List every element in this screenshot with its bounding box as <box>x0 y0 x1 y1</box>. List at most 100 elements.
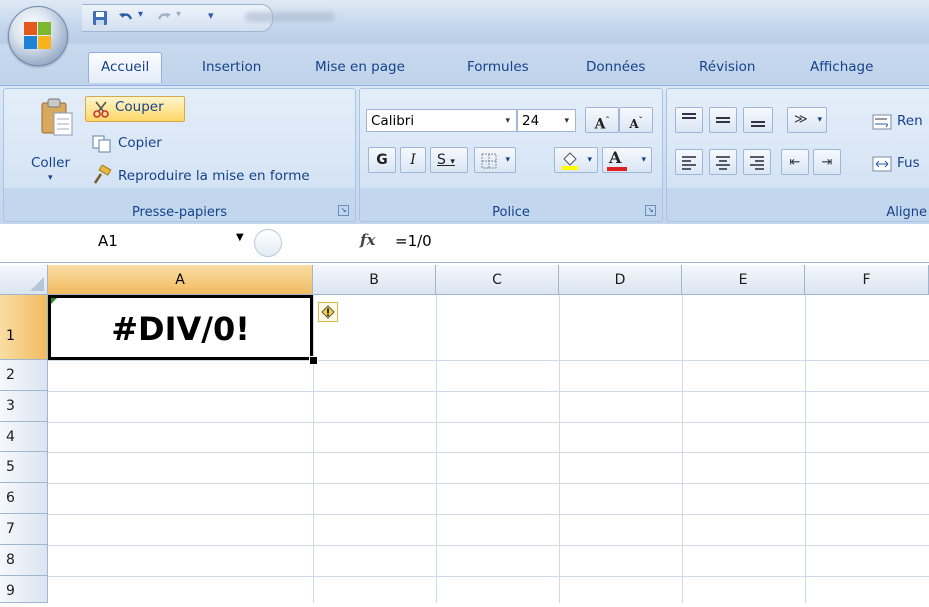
tab-accueil[interactable]: Accueil <box>88 52 163 83</box>
paste-dropdown-icon[interactable]: ▾ <box>48 173 53 183</box>
align-middle-button[interactable] <box>709 107 737 133</box>
undo-icon[interactable] <box>118 10 134 26</box>
cut-button[interactable]: Couper <box>85 96 185 122</box>
error-indicator-icon <box>51 298 57 304</box>
font-size-dropdown-icon[interactable]: ▾ <box>564 110 569 133</box>
office-logo-icon <box>24 22 51 49</box>
grow-font-button[interactable]: Aˆ <box>585 107 619 133</box>
gridline <box>48 391 929 392</box>
tab-insertion[interactable]: Insertion <box>202 59 261 75</box>
row-header-5[interactable]: 5 <box>0 452 48 483</box>
select-all-corner[interactable] <box>0 265 48 295</box>
orientation-dropdown-icon[interactable]: ▾ <box>817 108 822 132</box>
font-color-dropdown-icon[interactable]: ▾ <box>641 148 646 172</box>
fill-handle[interactable] <box>309 356 318 365</box>
row-header-1[interactable]: 1 <box>0 295 48 360</box>
font-size-value: 24 <box>522 113 540 129</box>
select-all-icon <box>30 277 44 291</box>
undo-dropdown-icon[interactable]: ▾ <box>138 9 143 20</box>
row-header-2[interactable]: 2 <box>0 360 48 391</box>
gridline <box>48 483 929 484</box>
underline-button[interactable]: S ▾ <box>430 147 468 173</box>
font-size-input[interactable]: 24 ▾ <box>517 109 576 132</box>
orientation-icon: ≫ <box>794 112 808 127</box>
ribbon: Coller ▾ Couper Copier Reproduire la mis… <box>0 85 929 225</box>
tab-donnees[interactable]: Données <box>586 59 645 75</box>
copy-icon[interactable] <box>92 135 112 153</box>
column-header-c[interactable]: C <box>436 265 559 295</box>
merge-center-button[interactable]: Fus <box>897 155 920 171</box>
column-header-f[interactable]: F <box>805 265 929 295</box>
clipboard-launcher-icon[interactable]: ↘ <box>338 205 349 216</box>
row-header-4[interactable]: 4 <box>0 422 48 452</box>
row-header-3[interactable]: 3 <box>0 391 48 422</box>
borders-dropdown-icon[interactable]: ▾ <box>505 148 510 172</box>
row-header-8[interactable]: 8 <box>0 545 48 576</box>
office-button[interactable] <box>8 6 68 66</box>
increase-indent-icon: ⇥ <box>821 155 833 170</box>
tab-revision[interactable]: Révision <box>699 59 755 75</box>
alignment-group: ≫ ▾ ⇤ ⇥ Ren Fus Aligne <box>666 88 929 222</box>
align-left-button[interactable] <box>675 149 703 175</box>
column-header-e[interactable]: E <box>682 265 805 295</box>
tab-affichage[interactable]: Affichage <box>810 59 873 75</box>
formula-input[interactable]: =1/0 <box>395 232 432 250</box>
column-header-a[interactable]: A <box>48 265 313 295</box>
copy-button[interactable]: Copier <box>118 135 162 151</box>
wrap-text-icon[interactable] <box>872 113 892 131</box>
wrap-text-button[interactable]: Ren <box>897 113 923 129</box>
save-icon[interactable] <box>92 10 108 26</box>
underline-label: S <box>437 152 446 168</box>
fill-color-dropdown-icon[interactable]: ▾ <box>587 148 592 172</box>
formula-bar-toggle[interactable] <box>254 229 282 257</box>
cell-a1[interactable]: #DIV/0! <box>48 295 313 360</box>
redo-icon[interactable] <box>156 10 172 26</box>
align-right-button[interactable] <box>743 149 771 175</box>
merge-center-icon[interactable] <box>872 155 892 173</box>
error-checking-button[interactable] <box>318 302 338 322</box>
align-middle-icon <box>716 117 730 123</box>
decrease-indent-button[interactable]: ⇤ <box>781 149 809 175</box>
align-top-button[interactable] <box>675 107 703 133</box>
align-right-icon <box>750 156 764 170</box>
font-name-dropdown-icon[interactable]: ▾ <box>505 110 510 133</box>
align-bottom-button[interactable] <box>743 107 773 133</box>
decrease-indent-icon: ⇤ <box>789 155 801 170</box>
clipboard-group: Coller ▾ Couper Copier Reproduire la mis… <box>3 88 356 222</box>
font-name-input[interactable]: Calibri ▾ <box>366 109 517 132</box>
font-color-button[interactable]: A ▾ <box>602 147 652 173</box>
row-header-7[interactable]: 7 <box>0 514 48 545</box>
format-painter-button[interactable]: Reproduire la mise en forme <box>118 168 310 184</box>
insert-function-icon[interactable]: fx <box>360 231 375 249</box>
ribbon-tabs: Accueil Insertion Mise en page Formules … <box>0 44 929 86</box>
name-box-dropdown-icon[interactable]: ▼ <box>236 232 244 243</box>
increase-indent-button[interactable]: ⇥ <box>813 149 841 175</box>
redo-dropdown-icon[interactable]: ▾ <box>176 9 181 20</box>
scissors-icon <box>93 101 109 118</box>
tab-formules[interactable]: Formules <box>467 59 529 75</box>
font-launcher-icon[interactable]: ↘ <box>645 205 656 216</box>
column-header-d[interactable]: D <box>559 265 682 295</box>
formula-bar: A1 ▼ <box>0 224 929 263</box>
column-header-b[interactable]: B <box>313 265 436 295</box>
gridline <box>48 360 929 361</box>
italic-button[interactable]: I <box>400 147 426 173</box>
orientation-button[interactable]: ≫ ▾ <box>787 107 827 133</box>
bold-button[interactable]: G <box>368 147 396 173</box>
gridline <box>48 422 929 423</box>
shrink-font-button[interactable]: Aˇ <box>619 107 653 133</box>
fill-color-button[interactable]: ▾ <box>554 147 598 173</box>
borders-button[interactable]: ▾ <box>474 147 516 173</box>
paste-button[interactable]: Coller <box>31 155 70 171</box>
paste-icon[interactable] <box>40 97 74 137</box>
format-painter-icon[interactable] <box>92 165 112 185</box>
row-header-9[interactable]: 9 <box>0 576 48 603</box>
tab-mise-en-page[interactable]: Mise en page <box>315 59 405 75</box>
customize-qat-icon[interactable]: ▾ <box>208 9 214 22</box>
underline-dropdown-icon[interactable]: ▾ <box>450 157 455 167</box>
alignment-group-label: Aligne <box>886 205 927 220</box>
align-center-button[interactable] <box>709 149 737 175</box>
align-left-icon <box>682 156 696 170</box>
row-header-6[interactable]: 6 <box>0 483 48 514</box>
name-box[interactable]: A1 <box>98 232 118 250</box>
